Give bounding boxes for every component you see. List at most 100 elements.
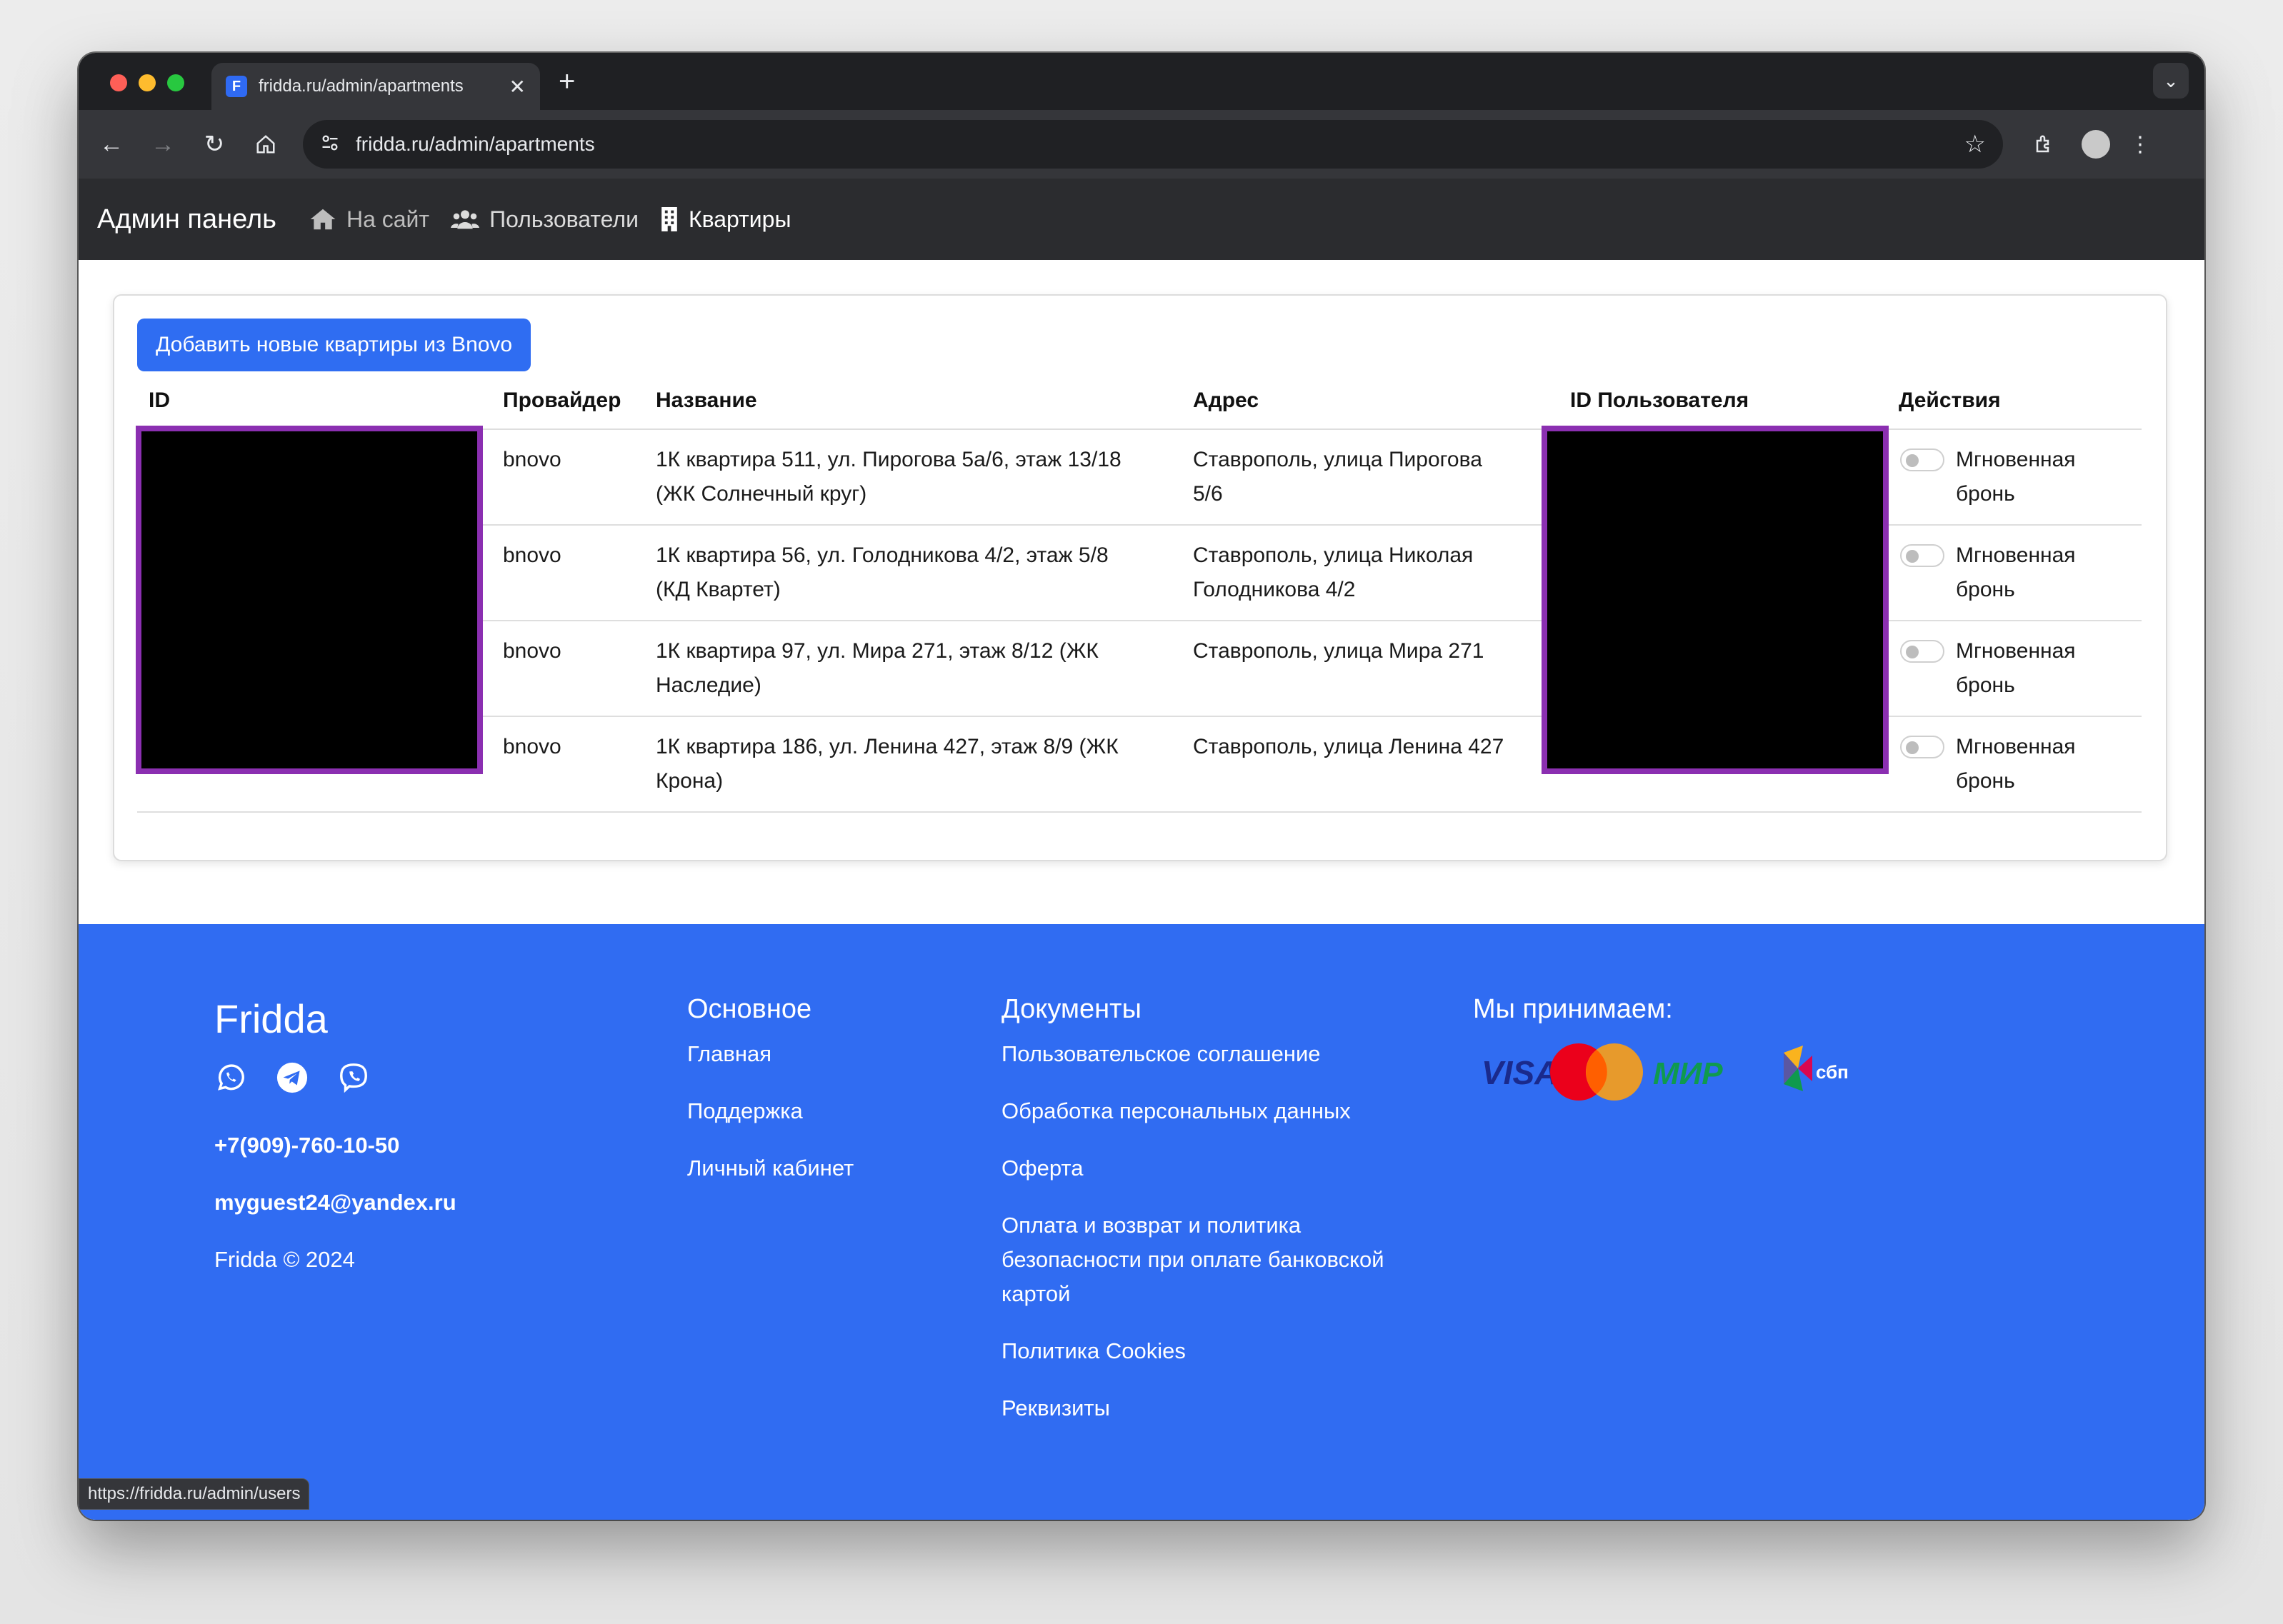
instant-booking-toggle[interactable] bbox=[1900, 736, 1944, 758]
forward-icon[interactable]: → bbox=[144, 126, 181, 163]
action-label: бронь bbox=[1956, 673, 2015, 697]
footer-email[interactable]: myguest24@yandex.ru bbox=[214, 1190, 456, 1216]
viber-icon[interactable] bbox=[337, 1061, 370, 1094]
column-header-id: ID bbox=[149, 389, 170, 412]
back-icon[interactable]: ← bbox=[93, 126, 130, 163]
provider-cell: bnovo bbox=[503, 543, 561, 567]
instant-booking-toggle[interactable] bbox=[1900, 544, 1944, 567]
provider-cell: bnovo bbox=[503, 639, 561, 663]
action-label: Мгновенная bbox=[1956, 639, 2076, 663]
column-header-provider: Провайдер bbox=[503, 389, 621, 412]
extensions-icon[interactable] bbox=[2026, 126, 2063, 163]
action-label: Мгновенная bbox=[1956, 448, 2076, 471]
apartment-name-line: 1К квартира 56, ул. Голодникова 4/2, эта… bbox=[656, 543, 1109, 567]
building-icon bbox=[661, 207, 677, 231]
site-footer: Fridda +7(909)-760-10-50 myguest24@yande… bbox=[79, 924, 2204, 1520]
footer-link-offer[interactable]: Оферта bbox=[1001, 1151, 1084, 1186]
address-line: Ставрополь, улица Николая bbox=[1193, 543, 1474, 567]
address-line: Ставрополь, улица Мира 271 bbox=[1193, 639, 1484, 663]
browser-menu-icon[interactable]: ⋮ bbox=[2122, 126, 2159, 163]
apartment-name-line: 1К квартира 186, ул. Ленина 427, этаж 8/… bbox=[656, 735, 1119, 758]
apartment-name-line: Крона) bbox=[656, 769, 724, 793]
column-header-user-id: ID Пользователя bbox=[1570, 389, 1749, 412]
column-header-address: Адрес bbox=[1193, 389, 1259, 412]
footer-main-heading: Основное bbox=[687, 994, 812, 1024]
column-header-actions: Действия bbox=[1899, 389, 2001, 412]
window-controls bbox=[110, 74, 184, 91]
redacted-user-id-column bbox=[1542, 426, 1889, 774]
footer-link-personal-data[interactable]: Обработка персональных данных bbox=[1001, 1094, 1351, 1128]
footer-payments-heading: Мы принимаем: bbox=[1473, 994, 1673, 1024]
nav-link-site[interactable]: На сайт bbox=[309, 206, 429, 233]
footer-link-requisites[interactable]: Реквизиты bbox=[1001, 1391, 1110, 1425]
nav-link-users[interactable]: Пользователи bbox=[451, 206, 639, 233]
tab-search-button[interactable]: ⌄ bbox=[2153, 63, 2189, 99]
footer-link-payment-policy[interactable]: Оплата и возврат и политика bbox=[1001, 1208, 1301, 1243]
footer-copyright: Fridda © 2024 bbox=[214, 1247, 355, 1272]
action-label: бронь bbox=[1956, 482, 2015, 506]
footer-link-cookies[interactable]: Политика Cookies bbox=[1001, 1334, 1186, 1368]
footer-link-payment-policy[interactable]: безопасности при оплате банковской bbox=[1001, 1243, 1384, 1277]
provider-cell: bnovo bbox=[503, 735, 561, 758]
link-preview-status: https://fridda.ru/admin/users bbox=[79, 1478, 310, 1510]
apartments-card: Добавить новые квартиры из Bnovo ID Пров… bbox=[113, 294, 2167, 861]
tab-title: fridda.ru/admin/apartments bbox=[259, 76, 464, 96]
address-line: Ставрополь, улица Ленина 427 bbox=[1193, 735, 1504, 758]
instant-booking-toggle[interactable] bbox=[1900, 640, 1944, 663]
admin-brand[interactable]: Админ панель bbox=[97, 204, 276, 235]
nav-link-label: Пользователи bbox=[489, 206, 639, 232]
site-info-icon[interactable] bbox=[320, 133, 340, 156]
footer-link-account[interactable]: Личный кабинет bbox=[687, 1151, 854, 1186]
new-tab-button[interactable]: + bbox=[559, 66, 575, 97]
address-line: Голодникова 4/2 bbox=[1193, 578, 1356, 601]
action-label: бронь bbox=[1956, 578, 2015, 601]
favicon-icon: F bbox=[226, 76, 247, 97]
footer-link-payment-policy[interactable]: картой bbox=[1001, 1277, 1070, 1311]
close-tab-icon[interactable]: ✕ bbox=[509, 75, 526, 99]
footer-link-user-agreement[interactable]: Пользовательское соглашение bbox=[1001, 1037, 1321, 1071]
home-button-icon[interactable] bbox=[247, 126, 284, 163]
sbp-logo: сбп bbox=[1784, 1046, 1849, 1091]
users-icon bbox=[451, 210, 480, 229]
telegram-icon[interactable] bbox=[276, 1061, 309, 1094]
minimize-window-button[interactable] bbox=[139, 74, 156, 91]
nav-link-label: Квартиры bbox=[688, 206, 791, 232]
address-line: 5/6 bbox=[1193, 482, 1223, 506]
nav-link-apartments[interactable]: Квартиры bbox=[660, 206, 791, 233]
footer-docs-heading: Документы bbox=[1001, 994, 1142, 1024]
apartment-name-line: 1К квартира 97, ул. Мира 271, этаж 8/12 … bbox=[656, 639, 1099, 663]
payment-logos: VISA МИР сбп bbox=[1482, 1043, 1849, 1101]
whatsapp-icon[interactable] bbox=[214, 1061, 247, 1094]
action-label: Мгновенная bbox=[1956, 735, 2076, 758]
svg-text:сбп: сбп bbox=[1816, 1061, 1849, 1083]
footer-link-home[interactable]: Главная bbox=[687, 1037, 771, 1071]
apartment-name-line: (КД Квартет) bbox=[656, 578, 781, 601]
tab-bar: F fridda.ru/admin/apartments ✕ + ⌄ bbox=[79, 53, 2204, 110]
apartment-name-line: (ЖК Солнечный круг) bbox=[656, 482, 867, 506]
visa-logo: VISA bbox=[1482, 1054, 1558, 1091]
address-text: fridda.ru/admin/apartments bbox=[356, 133, 595, 155]
row-divider bbox=[137, 811, 2142, 813]
add-bnovo-apartments-button[interactable]: Добавить новые квартиры из Bnovo bbox=[137, 319, 531, 371]
footer-phone[interactable]: +7(909)-760-10-50 bbox=[214, 1133, 399, 1158]
reload-icon[interactable]: ↻ bbox=[196, 126, 233, 163]
browser-toolbar: ← → ↻ fridda.ru/admin/apartments ☆ ⋮ bbox=[79, 110, 2204, 179]
close-window-button[interactable] bbox=[110, 74, 127, 91]
social-links bbox=[214, 1061, 370, 1094]
column-header-name: Название bbox=[656, 389, 757, 412]
home-icon bbox=[310, 209, 336, 230]
profile-avatar[interactable] bbox=[2077, 126, 2114, 163]
address-bar[interactable]: fridda.ru/admin/apartments ☆ bbox=[303, 120, 2003, 169]
instant-booking-toggle[interactable] bbox=[1900, 448, 1944, 471]
maximize-window-button[interactable] bbox=[167, 74, 184, 91]
footer-brand: Fridda bbox=[214, 996, 328, 1041]
nav-link-label: На сайт bbox=[346, 206, 430, 232]
provider-cell: bnovo bbox=[503, 448, 561, 471]
apartment-name-line: Наследие) bbox=[656, 673, 761, 697]
mir-logo: МИР bbox=[1653, 1056, 1723, 1091]
action-label: Мгновенная bbox=[1956, 543, 2076, 567]
redacted-id-column bbox=[136, 426, 483, 774]
bookmark-star-icon[interactable]: ☆ bbox=[1964, 130, 1986, 159]
footer-link-support[interactable]: Поддержка bbox=[687, 1094, 803, 1128]
browser-tab[interactable]: F fridda.ru/admin/apartments ✕ bbox=[211, 63, 540, 110]
